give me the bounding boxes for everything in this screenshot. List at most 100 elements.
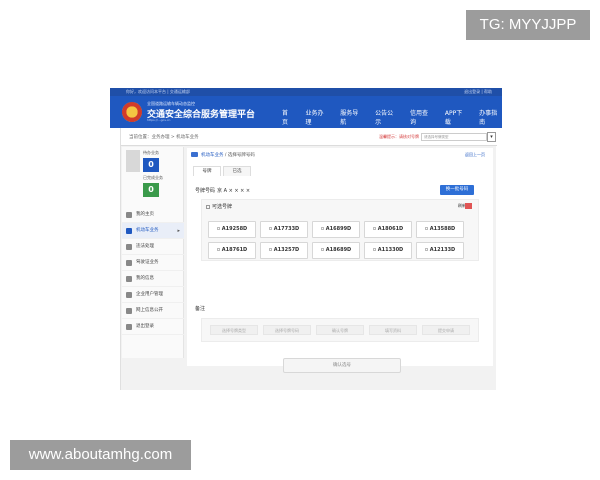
sidebar: 待办业务 0 已完成业务 0 我的主页 机动车业务 ▸ 违法处理 驾驶证业务 我的… bbox=[122, 147, 184, 358]
step-item: 提交申请 bbox=[422, 325, 470, 335]
page-title: 机动车业务 / 选择号牌号码 bbox=[191, 152, 255, 158]
radio-icon bbox=[320, 248, 324, 251]
nav-guide[interactable]: 办事指南 bbox=[479, 108, 502, 126]
sidebar-item-label: 违法处理 bbox=[136, 244, 154, 249]
sidebar-item-profile[interactable]: 我的信息 bbox=[122, 271, 184, 287]
step-item: 填写资料 bbox=[369, 325, 417, 335]
plate-type-select[interactable]: 请选择号牌类型 bbox=[421, 133, 487, 141]
sidebar-item-logout[interactable]: 退出登录 bbox=[122, 319, 184, 335]
sidebar-item-label: 我的信息 bbox=[136, 276, 154, 281]
watermark-top: TG: MYYJJPP bbox=[466, 10, 590, 40]
plate-number: A11330D bbox=[377, 247, 404, 253]
stat-label-pending: 待办业务 bbox=[143, 150, 159, 155]
tab-selected[interactable]: 已选 bbox=[223, 166, 251, 176]
plate-number: A18061D bbox=[377, 226, 404, 232]
plate-number: A16899D bbox=[325, 226, 352, 232]
sidebar-item-license[interactable]: 驾驶证业务 bbox=[122, 255, 184, 271]
tab-plates[interactable]: 号牌 bbox=[193, 166, 221, 176]
radio-icon bbox=[372, 248, 376, 251]
radio-icon bbox=[268, 227, 272, 230]
sidebar-item-label: 企业用户管理 bbox=[136, 292, 163, 297]
sidebar-item-company[interactable]: 企业用户管理 bbox=[122, 287, 184, 303]
radio-icon bbox=[424, 227, 428, 230]
sidebar-item-label: 驾驶证业务 bbox=[136, 260, 159, 265]
plate-option[interactable]: A18761D bbox=[208, 242, 256, 259]
radio-icon bbox=[216, 248, 220, 251]
plate-option[interactable]: A11330D bbox=[364, 242, 412, 259]
main-nav: 首页 业务办理 服务导航 公告公示 信用查询 APP下载 办事指南 bbox=[282, 108, 502, 126]
plate-option[interactable]: A19258D bbox=[208, 221, 256, 238]
police-emblem-icon bbox=[122, 102, 142, 122]
nav-notice[interactable]: 公告公示 bbox=[375, 108, 398, 126]
sidebar-item-violation[interactable]: 违法处理 bbox=[122, 239, 184, 255]
plate-number: A12133D bbox=[429, 247, 456, 253]
sidebar-item-info[interactable]: 网上信息公开 bbox=[122, 303, 184, 319]
nav-credit[interactable]: 信用查询 bbox=[410, 108, 433, 126]
back-link[interactable]: 返回上一页 bbox=[465, 152, 485, 158]
remark-label: 备注 bbox=[195, 306, 206, 312]
step-item: 确认号牌 bbox=[316, 325, 364, 335]
sidebar-menu: 我的主页 机动车业务 ▸ 违法处理 驾驶证业务 我的信息 企业用户管理 网上信息公… bbox=[122, 207, 184, 335]
panel-title-text: 可选号牌 bbox=[212, 204, 233, 210]
sidebar-item-home[interactable]: 我的主页 bbox=[122, 207, 184, 223]
plate-number: A13257D bbox=[273, 247, 300, 253]
checkbox-icon[interactable] bbox=[206, 204, 210, 209]
done-count-badge[interactable]: 0 bbox=[143, 183, 159, 197]
confirm-button[interactable]: 确认选号 bbox=[283, 358, 401, 373]
chevron-down-icon[interactable]: ▾ bbox=[487, 132, 496, 142]
sidebar-item-label: 退出登录 bbox=[136, 324, 154, 329]
sidebar-item-vehicle[interactable]: 机动车业务 ▸ bbox=[122, 223, 184, 239]
plate-option[interactable]: A12133D bbox=[416, 242, 464, 259]
avatar bbox=[126, 150, 140, 172]
refresh-icon[interactable] bbox=[465, 203, 472, 209]
breadcrumb-section[interactable]: 机动车业务 bbox=[201, 153, 224, 158]
watermark-bottom: www.aboutamhg.com bbox=[10, 440, 191, 470]
car-icon bbox=[126, 228, 132, 234]
plate-number-value: 京 A × × × × bbox=[217, 188, 251, 194]
sidebar-item-label: 我的主页 bbox=[136, 212, 154, 217]
nav-business[interactable]: 业务办理 bbox=[305, 108, 328, 126]
radio-icon bbox=[320, 227, 324, 230]
plate-grid: A19258D A17733D A16899D A18061D A13588D … bbox=[208, 221, 464, 259]
plate-option[interactable]: A18689D bbox=[312, 242, 360, 259]
refresh-plates-button[interactable]: 换一批号码 bbox=[440, 185, 474, 195]
topbar-links[interactable]: 退出登录 | 帮助 bbox=[464, 89, 492, 95]
site-url: https://...gov.cn bbox=[147, 118, 171, 122]
nav-app[interactable]: APP下载 bbox=[445, 108, 467, 126]
sidebar-item-label: 网上信息公开 bbox=[136, 308, 163, 313]
nav-home[interactable]: 首页 bbox=[282, 108, 293, 126]
content-area: 当前位置：业务办理 > 机动车业务 温馨提示：请核对号牌 请选择号牌类型 ▾ 待… bbox=[120, 128, 497, 390]
chevron-right-icon: ▸ bbox=[177, 228, 180, 234]
info-icon bbox=[126, 308, 132, 314]
plate-option[interactable]: A13257D bbox=[260, 242, 308, 259]
plate-options-panel: 可选号牌 刷新 A19258D A17733D A16899D A18061D … bbox=[201, 199, 479, 261]
nav-service[interactable]: 服务导航 bbox=[340, 108, 363, 126]
logout-icon bbox=[126, 324, 132, 330]
plate-number: A17733D bbox=[273, 226, 300, 232]
top-info-bar: 你好，欢迎访问本平台 | 交通运输部 退出登录 | 帮助 bbox=[110, 88, 502, 96]
plate-option[interactable]: A16899D bbox=[312, 221, 360, 238]
group-icon bbox=[126, 292, 132, 298]
breadcrumb: 当前位置：业务办理 > 机动车业务 bbox=[129, 135, 199, 140]
plate-number: A19258D bbox=[221, 226, 248, 232]
radio-icon bbox=[372, 227, 376, 230]
progress-steps: 选择号牌类型 选择号牌号码 确认号牌 填写资料 提交申请 bbox=[201, 318, 479, 342]
plate-option[interactable]: A18061D bbox=[364, 221, 412, 238]
plate-number: A18689D bbox=[325, 247, 352, 253]
truck-icon bbox=[191, 152, 198, 157]
radio-icon bbox=[268, 248, 272, 251]
plate-option[interactable]: A13588D bbox=[416, 221, 464, 238]
plate-number-label: 号牌号码 bbox=[195, 188, 216, 194]
plate-number: A13588D bbox=[429, 226, 456, 232]
license-icon bbox=[126, 260, 132, 266]
radio-icon bbox=[424, 248, 428, 251]
panel-title: 可选号牌 bbox=[206, 203, 232, 210]
site-header: 全国道路运输车辆动态监控 交通安全综合服务管理平台 https://...gov… bbox=[110, 96, 502, 128]
alert-text: 温馨提示：请核对号牌 bbox=[379, 134, 419, 139]
breadcrumb-page: 选择号牌号码 bbox=[227, 153, 255, 158]
plate-number: A18761D bbox=[221, 247, 248, 253]
breadcrumb-bar: 当前位置：业务办理 > 机动车业务 温馨提示：请核对号牌 请选择号牌类型 ▾ bbox=[121, 128, 497, 146]
main-panel: 机动车业务 / 选择号牌号码 返回上一页 号牌 已选 号牌号码 京 A × × … bbox=[187, 148, 493, 373]
pending-count-badge[interactable]: 0 bbox=[143, 158, 159, 172]
plate-option[interactable]: A17733D bbox=[260, 221, 308, 238]
